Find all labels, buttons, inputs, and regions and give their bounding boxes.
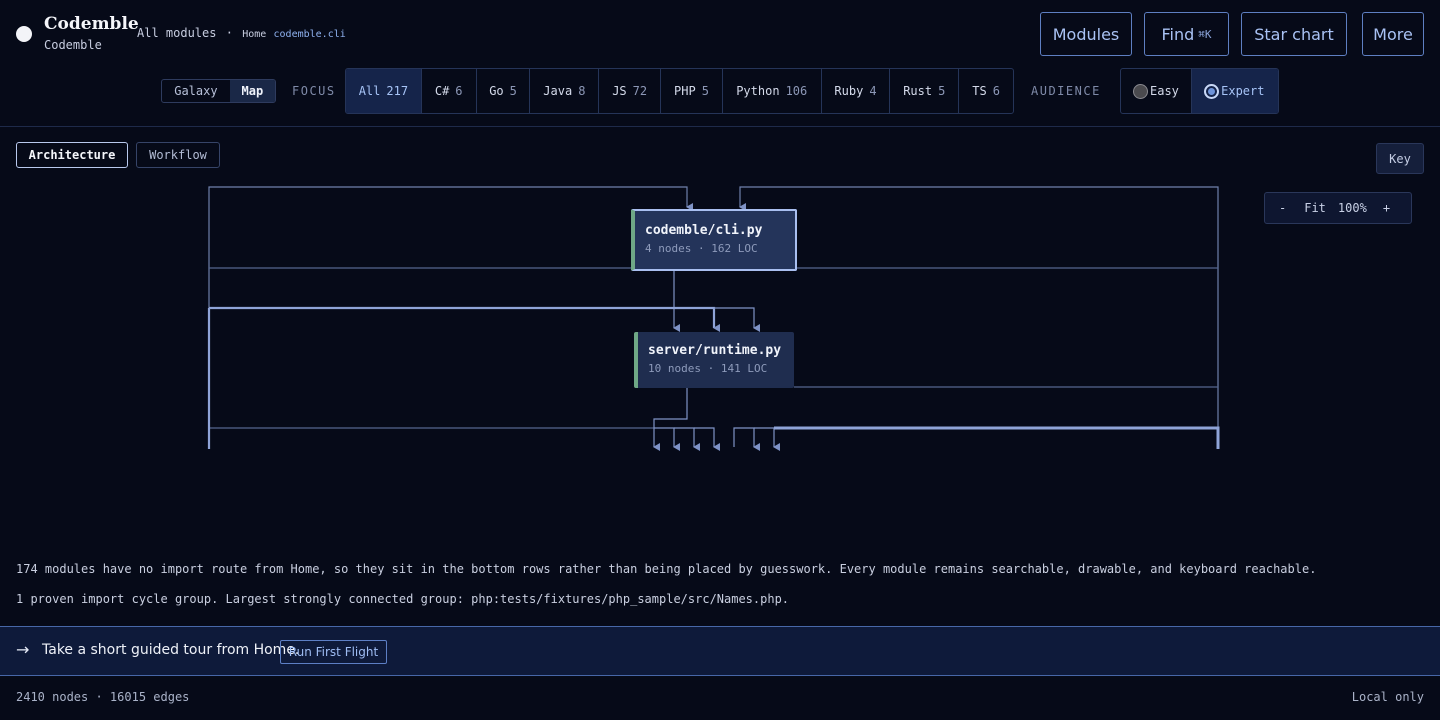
chip-label: Go [489, 84, 504, 98]
focus-chip-java[interactable]: Java 8 [530, 69, 600, 113]
zoom-controls: - Fit 100% + [1264, 192, 1412, 224]
graph-stats: 2410 nodes · 16015 edges [16, 690, 190, 704]
chip-count: 4 [869, 84, 877, 98]
focus-chip-python[interactable]: Python 106 [723, 69, 822, 113]
focus-filter-group: All 217 C# 6 Go 5 Java 8 JS 72 PHP 5 Python 106… [345, 68, 1014, 114]
star-chart-button[interactable]: Star chart [1241, 12, 1347, 56]
module-map-canvas[interactable]: codemble/cli.py 4 nodes · 162 LOC server… [0, 127, 1440, 547]
module-node-runtime[interactable]: server/runtime.py 10 nodes · 141 LOC [634, 332, 794, 388]
audience-easy-label: Easy [1150, 84, 1179, 98]
focus-chip-ts[interactable]: TS 6 [959, 69, 1013, 113]
radio-unselected-icon [1133, 83, 1148, 99]
node-meta: 10 nodes · 141 LOC [648, 362, 768, 375]
chip-count: 6 [455, 84, 463, 98]
zoom-in-button[interactable]: + [1383, 201, 1390, 215]
chip-count: 6 [992, 84, 1000, 98]
audience-toggle: Easy Expert [1120, 68, 1279, 114]
modules-button[interactable]: Modules [1040, 12, 1132, 56]
brand-subtitle: Codemble [44, 38, 102, 52]
view-toggle: Galaxy Map [161, 79, 276, 103]
run-first-flight-button[interactable]: Run First Flight [280, 640, 387, 664]
audience-expert-option[interactable]: Expert [1192, 69, 1278, 113]
radio-selected-icon [1204, 83, 1220, 99]
top-bar: Codemble Codemble All modules · Home cod… [0, 0, 1440, 127]
breadcrumb-home[interactable]: Home [242, 29, 266, 40]
chip-count: 106 [785, 84, 808, 98]
find-button-label: Find [1161, 24, 1195, 44]
chip-count: 8 [578, 84, 586, 98]
breadcrumb: All modules · Home codemble.cli [137, 26, 346, 40]
find-button[interactable]: Find ⌘K [1144, 12, 1229, 56]
tour-text: Take a short guided tour from Home. [42, 642, 300, 658]
chip-count: 72 [632, 84, 648, 98]
star-chart-button-label: Star chart [1254, 24, 1334, 44]
chip-label: PHP [674, 84, 696, 98]
chip-count: 217 [386, 84, 409, 98]
arrow-right-icon: → [16, 640, 30, 659]
chip-label: Java [543, 84, 573, 98]
module-node-cli[interactable]: codemble/cli.py 4 nodes · 162 LOC [631, 209, 797, 271]
view-galaxy-option[interactable]: Galaxy [162, 80, 230, 102]
chip-count: 5 [509, 84, 517, 98]
local-only-status: Local only [1351, 690, 1424, 704]
chip-label: All [358, 84, 381, 98]
import-cycle-note: 1 proven import cycle group. Largest str… [16, 592, 790, 606]
focus-chip-php[interactable]: PHP 5 [661, 69, 723, 113]
audience-easy-option[interactable]: Easy [1121, 69, 1193, 113]
chip-count: 5 [701, 84, 709, 98]
unplaced-modules-note: 174 modules have no import route from Ho… [16, 562, 1317, 576]
chip-label: JS [612, 84, 627, 98]
brand-title[interactable]: Codemble [44, 14, 139, 34]
chip-label: C# [434, 84, 450, 98]
focus-chip-js[interactable]: JS 72 [599, 69, 662, 113]
guided-tour-banner: → Take a short guided tour from Home. Ru… [0, 626, 1440, 676]
chip-label: Ruby [834, 84, 864, 98]
more-button[interactable]: More [1362, 12, 1424, 56]
modules-button-label: Modules [1052, 24, 1120, 44]
breadcrumb-separator: · [225, 26, 233, 40]
focus-chip-all[interactable]: All 217 [346, 69, 422, 113]
zoom-out-button[interactable]: - [1279, 201, 1286, 215]
canvas-fade [0, 520, 1440, 550]
find-shortcut-hint: ⌘K [1198, 27, 1212, 41]
node-title: server/runtime.py [648, 343, 782, 358]
more-button-label: More [1373, 24, 1413, 44]
view-map-option[interactable]: Map [229, 80, 275, 102]
breadcrumb-current: codemble.cli [273, 29, 346, 40]
focus-label: FOCUS [292, 84, 336, 98]
chip-count: 5 [938, 84, 946, 98]
focus-chip-rust[interactable]: Rust 5 [890, 69, 960, 113]
chip-label: TS [972, 84, 987, 98]
zoom-level: 100% [1337, 201, 1367, 215]
node-title: codemble/cli.py [645, 223, 763, 238]
focus-chip-go[interactable]: Go 5 [477, 69, 531, 113]
brand-logo-icon[interactable] [16, 26, 32, 42]
audience-label: AUDIENCE [1031, 84, 1101, 98]
chip-label: Rust [903, 84, 933, 98]
breadcrumb-all-modules[interactable]: All modules [137, 26, 216, 40]
node-meta: 4 nodes · 162 LOC [645, 242, 758, 255]
audience-expert-label: Expert [1221, 84, 1265, 98]
zoom-fit-button[interactable]: Fit [1304, 201, 1326, 215]
focus-chip-ruby[interactable]: Ruby 4 [822, 69, 891, 113]
chip-label: Python [736, 84, 780, 98]
focus-chip-csharp[interactable]: C# 6 [422, 69, 477, 113]
